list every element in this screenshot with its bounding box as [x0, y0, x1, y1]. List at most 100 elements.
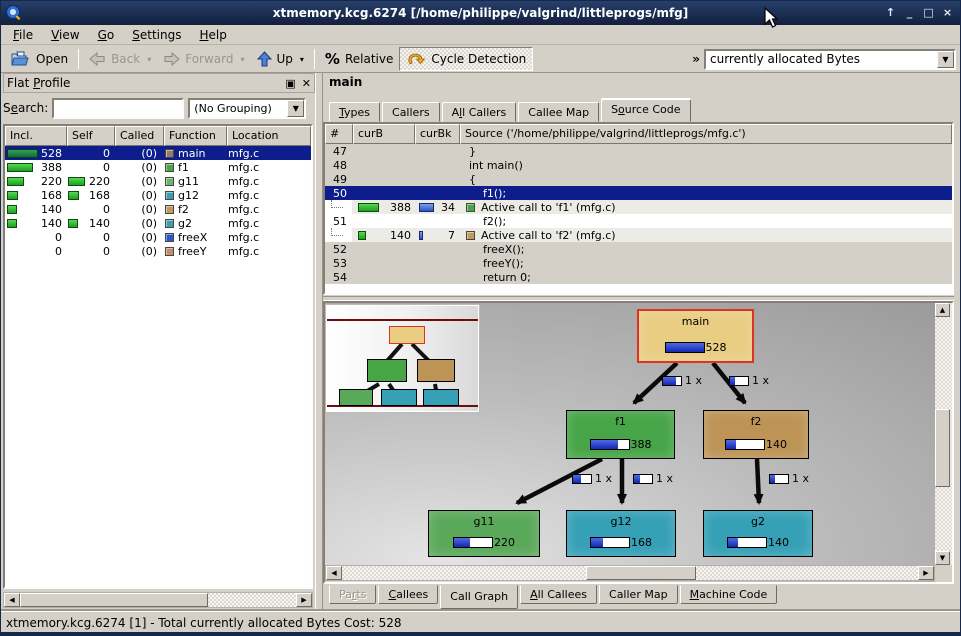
source-line[interactable]: 54return 0;	[325, 270, 952, 284]
graph-node-g2[interactable]: g2 140	[703, 510, 813, 557]
table-row-g12[interactable]: 168 168 (0) g12 mfg.c	[5, 188, 311, 202]
minimap-node-g12	[381, 389, 417, 406]
minimize-button[interactable]: _	[901, 5, 918, 21]
scrollbar-thumb[interactable]	[935, 409, 950, 487]
source-line[interactable]: 52freeX();	[325, 242, 952, 256]
scroll-down-icon[interactable]: ▼	[935, 551, 950, 565]
mouse-cursor	[764, 7, 780, 31]
graph-hscrollbar[interactable]: ◀ ▶	[325, 565, 935, 581]
table-row-freeX[interactable]: 0 0 (0) freeX mfg.c	[5, 230, 311, 244]
source-call-row-f1[interactable]: 388 34 Active call to 'f1' (mfg.c)	[325, 200, 952, 214]
table-header: Incl. Self Called Function Location	[5, 126, 311, 146]
cost-bar	[590, 439, 630, 450]
scroll-left-icon[interactable]: ◀	[326, 566, 342, 580]
column-header-self[interactable]: Self	[67, 126, 115, 146]
source-call-row-f2[interactable]: 140 7 Active call to 'f2' (mfg.c)	[325, 228, 952, 242]
tab-call-graph[interactable]: Call Graph	[440, 585, 518, 609]
close-button[interactable]: ×	[939, 5, 956, 21]
table-row-f1[interactable]: 388 0 (0) f1 mfg.c	[5, 160, 311, 174]
source-line-selected[interactable]: 50f1();	[325, 186, 952, 200]
graph-view-tabs: Parts Callees Call Graph All Callees Cal…	[329, 585, 779, 609]
column-header-incl[interactable]: Incl.	[5, 126, 67, 146]
table-row-g2[interactable]: 140 140 (0) g2 mfg.c	[5, 216, 311, 230]
forward-arrow-icon	[163, 52, 180, 66]
tab-machine-code[interactable]: Machine Code	[680, 585, 778, 604]
column-header-curbk[interactable]: curBk	[415, 124, 460, 144]
back-button[interactable]: Back ▾	[83, 47, 157, 71]
grouping-select[interactable]: (No Grouping) ▼	[188, 98, 306, 119]
call-graph-view[interactable]: main 528 f1 388 f2 140 g11 220 g12 168 g…	[323, 301, 954, 584]
tab-caller-map[interactable]: Caller Map	[599, 585, 678, 604]
column-header-called[interactable]: Called	[115, 126, 164, 146]
toolbar-overflow-chevron[interactable]: »	[692, 52, 700, 66]
app-icon[interactable]	[5, 4, 23, 22]
menu-view[interactable]: View	[43, 26, 87, 44]
table-row-g11[interactable]: 220 220 (0) g11 mfg.c	[5, 174, 311, 188]
tab-callee-map[interactable]: Callee Map	[518, 102, 599, 122]
function-color-icon	[165, 247, 174, 256]
search-input[interactable]	[52, 98, 184, 119]
scroll-left-icon[interactable]: ◀	[4, 593, 20, 607]
up-button[interactable]: Up ▾	[251, 47, 310, 71]
column-header-line[interactable]: #	[325, 124, 353, 144]
source-header: # curB curBk Source ('/home/philippe/val…	[325, 124, 952, 144]
scroll-up-icon[interactable]: ▲	[935, 303, 950, 317]
column-header-function[interactable]: Function	[164, 126, 227, 146]
dock-close-icon[interactable]: ✕	[302, 78, 311, 89]
menu-go[interactable]: Go	[90, 26, 123, 44]
column-header-source[interactable]: Source ('/home/philippe/valgrind/littlep…	[460, 124, 952, 144]
tab-source-code[interactable]: Source Code	[601, 99, 690, 122]
table-row-main[interactable]: 528 0 (0) main mfg.c	[5, 146, 311, 160]
menu-file[interactable]: File	[5, 26, 41, 44]
dock-header[interactable]: Flat Profile ▣ ✕	[3, 73, 315, 93]
combo-dropdown-icon[interactable]: ▼	[287, 100, 304, 117]
combo-dropdown-icon[interactable]: ▼	[937, 51, 954, 68]
cycle-arrow-icon	[406, 51, 426, 67]
source-line[interactable]: 51f2();	[325, 214, 952, 228]
graph-node-f1[interactable]: f1 388	[566, 410, 675, 459]
function-pane: main Types Callers All Callers Callee Ma…	[323, 73, 960, 611]
graph-node-main[interactable]: main 528	[637, 309, 754, 363]
function-color-icon	[165, 149, 174, 158]
scrollbar-thumb[interactable]	[20, 593, 208, 607]
graph-node-g12[interactable]: g12 168	[566, 510, 676, 557]
source-line[interactable]: 53freeY();	[325, 256, 952, 270]
tab-all-callers[interactable]: All Callers	[442, 102, 517, 122]
source-line[interactable]: 48int main()	[325, 158, 952, 172]
scrollbar-thumb[interactable]	[586, 566, 696, 580]
open-button[interactable]: Open	[5, 47, 74, 71]
up-dropdown-icon[interactable]: ▾	[300, 55, 304, 64]
grouping-value: (No Grouping)	[190, 102, 287, 115]
menu-help[interactable]: Help	[191, 26, 234, 44]
relative-toggle-button[interactable]: % Relative	[319, 47, 399, 71]
scroll-right-icon[interactable]: ▶	[296, 593, 312, 607]
window-title: xtmemory.kcg.6274 [/home/philippe/valgri…	[1, 6, 960, 20]
column-header-location[interactable]: Location	[227, 126, 311, 146]
event-type-select[interactable]: currently allocated Bytes ▼	[704, 49, 956, 70]
flat-profile-hscrollbar[interactable]: ◀ ▶	[3, 592, 313, 608]
maximize-button[interactable]: □	[920, 5, 937, 21]
column-header-curb[interactable]: curB	[353, 124, 415, 144]
scroll-right-icon[interactable]: ▶	[918, 566, 934, 580]
forward-button[interactable]: Forward ▾	[157, 47, 250, 71]
tab-types[interactable]: Types	[329, 102, 380, 122]
back-dropdown-icon[interactable]: ▾	[147, 55, 151, 64]
title-bar[interactable]: xtmemory.kcg.6274 [/home/philippe/valgri…	[1, 1, 960, 25]
tab-all-callees[interactable]: All Callees	[520, 585, 597, 604]
graph-node-f2[interactable]: f2 140	[703, 410, 809, 459]
graph-overview-minimap[interactable]	[326, 305, 479, 412]
graph-node-g11[interactable]: g11 220	[428, 510, 540, 557]
table-row-f2[interactable]: 140 0 (0) f2 mfg.c	[5, 202, 311, 216]
menu-settings[interactable]: Settings	[124, 26, 189, 44]
forward-dropdown-icon[interactable]: ▾	[240, 55, 244, 64]
vertical-splitter[interactable]	[315, 73, 323, 609]
cycle-detection-toggle-button[interactable]: Cycle Detection	[399, 47, 533, 71]
tab-callers[interactable]: Callers	[382, 102, 440, 122]
graph-vscrollbar[interactable]: ▲ ▼	[935, 303, 952, 565]
shade-button[interactable]: ↑	[882, 5, 899, 21]
source-line[interactable]: 47}	[325, 144, 952, 158]
tab-callees[interactable]: Callees	[378, 585, 438, 604]
dock-float-icon[interactable]: ▣	[285, 78, 295, 89]
table-row-freeY[interactable]: 0 0 (0) freeY mfg.c	[5, 244, 311, 258]
source-line[interactable]: 49{	[325, 172, 952, 186]
